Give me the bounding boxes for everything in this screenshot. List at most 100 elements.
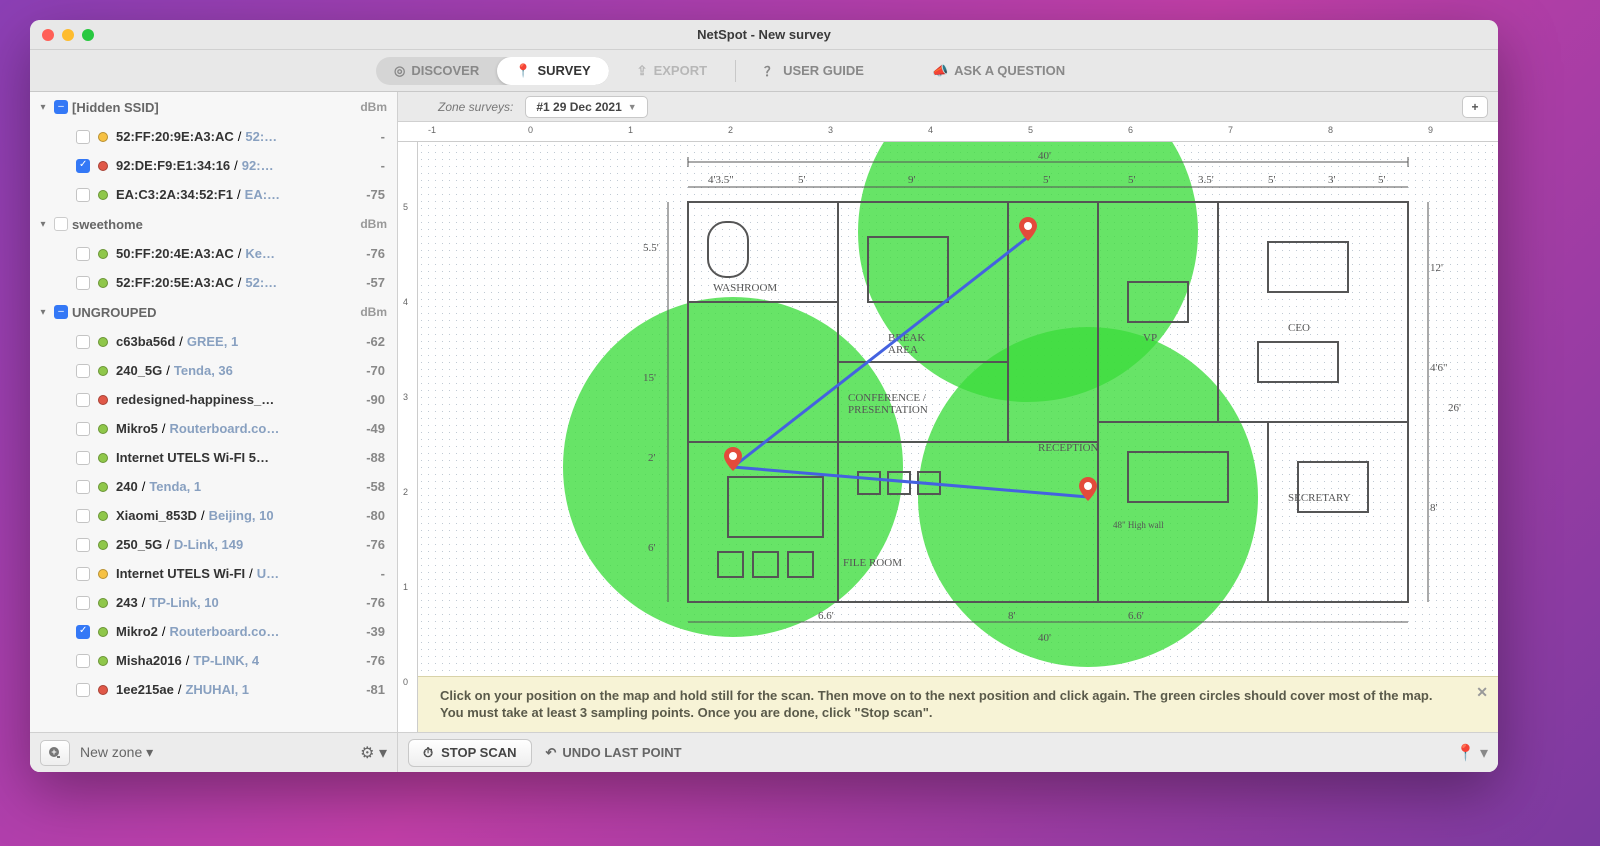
scan-pin[interactable] [1019, 217, 1037, 241]
mode-segmented-control: ◎ DISCOVER 📍 SURVEY [376, 57, 609, 85]
fp-label: CONFERENCE / PRESENTATION [848, 392, 968, 416]
network-row[interactable]: 92:DE:F9:E1:34:16 / 92:… - [30, 151, 397, 180]
ask-question-button[interactable]: 📣 ASK A QUESTION [932, 63, 1065, 79]
dbm-value: - [349, 158, 385, 173]
floorplan-svg [568, 142, 1448, 652]
row-checkbox[interactable] [76, 422, 90, 436]
group-checkbox[interactable] [54, 217, 68, 231]
survey-canvas[interactable]: WASHROOM BREAK AREA CONFERENCE / PRESENT… [418, 142, 1498, 732]
signal-strength-icon [98, 337, 108, 347]
vendor-label: TP-LINK, 4 [193, 653, 259, 668]
signal-strength-icon [98, 656, 108, 666]
row-checkbox[interactable] [76, 596, 90, 610]
network-group-header[interactable]: ▾ sweethome dBm [30, 209, 397, 239]
dbm-value: -75 [349, 187, 385, 202]
network-row[interactable]: Mikro2 / Routerboard.co… -39 [30, 617, 397, 646]
row-checkbox[interactable] [76, 451, 90, 465]
network-row[interactable]: 243 / TP-Link, 10 -76 [30, 588, 397, 617]
network-group-header[interactable]: ▾ UNGROUPED dBm [30, 297, 397, 327]
ssid-label: redesigned-happiness_… [116, 392, 274, 407]
close-button[interactable] [42, 29, 54, 41]
row-checkbox[interactable] [76, 159, 90, 173]
network-row[interactable]: redesigned-happiness_… -90 [30, 385, 397, 414]
network-group-header[interactable]: ▾ [Hidden SSID] dBm [30, 92, 397, 122]
fp-dim: 6.6' [818, 610, 834, 622]
row-checkbox[interactable] [76, 480, 90, 494]
network-row[interactable]: 1ee215ae / ZHUHAI, 1 -81 [30, 675, 397, 704]
network-row[interactable]: Internet UTELS Wi-FI / U… - [30, 559, 397, 588]
add-survey-button[interactable]: + [1462, 96, 1488, 118]
row-checkbox[interactable] [76, 567, 90, 581]
row-checkbox[interactable] [76, 130, 90, 144]
ssid-label: Misha2016 [116, 653, 182, 668]
group-unit: dBm [360, 305, 387, 319]
survey-label: SURVEY [537, 63, 590, 78]
ruler-tick: 7 [1228, 125, 1233, 135]
scan-pin[interactable] [724, 447, 742, 471]
network-row[interactable]: 52:FF:20:5E:A3:AC / 52:… -57 [30, 268, 397, 297]
minimize-button[interactable] [62, 29, 74, 41]
fp-dim: 8' [1008, 610, 1015, 622]
ssid-label: EA:C3:2A:34:52:F1 [116, 187, 233, 202]
row-checkbox[interactable] [76, 654, 90, 668]
row-checkbox[interactable] [76, 393, 90, 407]
network-row[interactable]: Xiaomi_853D / Beijing, 10 -80 [30, 501, 397, 530]
row-checkbox[interactable] [76, 683, 90, 697]
ssid-label: 250_5G [116, 537, 162, 552]
network-row[interactable]: Internet UTELS Wi-FI 5… -88 [30, 443, 397, 472]
undo-last-point-button[interactable]: ↶ UNDO LAST POINT [546, 745, 682, 761]
network-row[interactable]: 52:FF:20:9E:A3:AC / 52:… - [30, 122, 397, 151]
dbm-value: - [349, 129, 385, 144]
signal-strength-icon [98, 190, 108, 200]
location-toggle-icon[interactable]: 📍 ▾ [1456, 743, 1488, 763]
network-row[interactable]: EA:C3:2A:34:52:F1 / EA:… -75 [30, 180, 397, 209]
undo-label: UNDO LAST POINT [562, 745, 681, 760]
export-button[interactable]: ⇪ EXPORT [637, 63, 707, 79]
network-row[interactable]: 240 / Tenda, 1 -58 [30, 472, 397, 501]
chevron-down-icon: ▾ [36, 102, 50, 113]
network-row[interactable]: Mikro5 / Routerboard.co… -49 [30, 414, 397, 443]
row-checkbox[interactable] [76, 509, 90, 523]
app-window: NetSpot - New survey ◎ DISCOVER 📍 SURVEY… [30, 20, 1498, 772]
row-checkbox[interactable] [76, 335, 90, 349]
row-checkbox[interactable] [76, 625, 90, 639]
undo-icon: ↶ [546, 745, 557, 761]
fp-label: 48" High wall [1113, 520, 1164, 530]
gear-icon[interactable]: ⚙︎ ▾ [360, 743, 387, 763]
add-ap-button[interactable]: + [40, 740, 70, 766]
ssid-label: 92:DE:F9:E1:34:16 [116, 158, 230, 173]
fp-dim: 40' [1038, 150, 1051, 162]
network-list[interactable]: ▾ [Hidden SSID] dBm 52:FF:20:9E:A3:AC / … [30, 92, 397, 732]
group-checkbox[interactable] [54, 100, 68, 114]
dbm-value: - [349, 566, 385, 581]
network-row[interactable]: 250_5G / D-Link, 149 -76 [30, 530, 397, 559]
group-checkbox[interactable] [54, 305, 68, 319]
network-row[interactable]: 240_5G / Tenda, 36 -70 [30, 356, 397, 385]
close-icon[interactable]: ✕ [1476, 683, 1488, 702]
zone-dropdown[interactable]: New zone ▾ [80, 744, 350, 761]
fp-dim: 3' [1328, 174, 1335, 186]
row-checkbox[interactable] [76, 276, 90, 290]
dbm-value: -81 [349, 682, 385, 697]
ask-label: ASK A QUESTION [954, 63, 1065, 78]
group-name: sweethome [72, 217, 360, 232]
stop-scan-button[interactable]: ⏱ STOP SCAN [408, 739, 532, 767]
scan-pin[interactable] [1079, 477, 1097, 501]
fp-dim: 2' [648, 452, 655, 464]
network-row[interactable]: 50:FF:20:4E:A3:AC / Ke… -76 [30, 239, 397, 268]
row-checkbox[interactable] [76, 538, 90, 552]
user-guide-button[interactable]: ？ USER GUIDE [764, 61, 864, 80]
chevron-down-icon: ▾ [36, 307, 50, 318]
pin-icon: 📍 [515, 63, 531, 79]
maximize-button[interactable] [82, 29, 94, 41]
row-checkbox[interactable] [76, 364, 90, 378]
network-row[interactable]: Misha2016 / TP-LINK, 4 -76 [30, 646, 397, 675]
survey-selector[interactable]: #1 29 Dec 2021 ▼ [525, 96, 647, 118]
ssid-label: 1ee215ae [116, 682, 174, 697]
row-checkbox[interactable] [76, 247, 90, 261]
survey-tab[interactable]: 📍 SURVEY [497, 57, 608, 85]
row-checkbox[interactable] [76, 188, 90, 202]
network-row[interactable]: c63ba56d / GREE, 1 -62 [30, 327, 397, 356]
vendor-label: TP-Link, 10 [149, 595, 218, 610]
discover-tab[interactable]: ◎ DISCOVER [376, 57, 497, 85]
